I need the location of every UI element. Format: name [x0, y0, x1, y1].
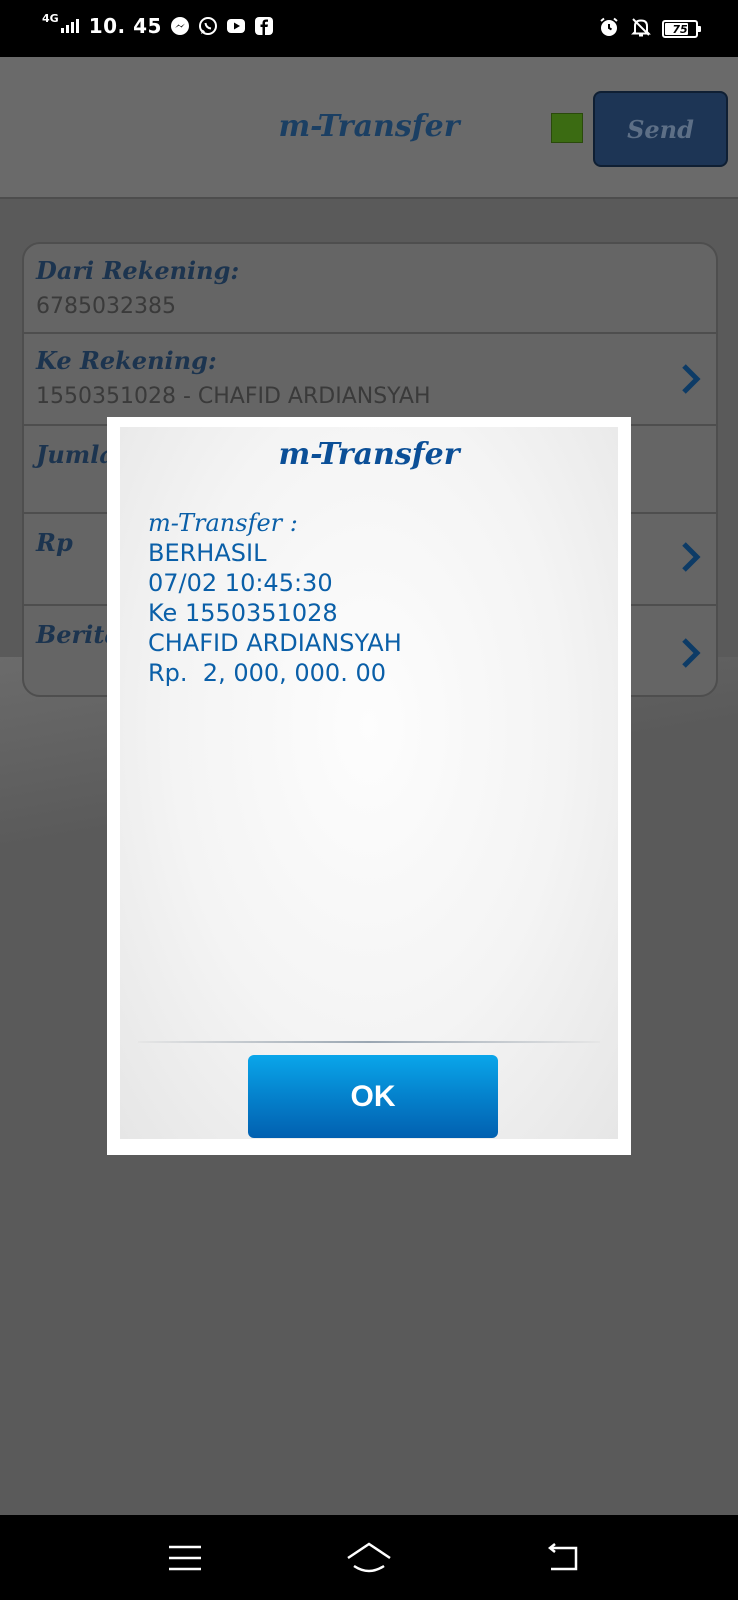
form-row-source-account[interactable]: Dari Rekening: 6785032385	[24, 244, 716, 334]
dialog-body: m-Transfer m-Transfer : BERHASIL 07/02 1…	[120, 427, 618, 1139]
connection-status-indicator	[551, 113, 583, 143]
alarm-icon	[598, 16, 620, 42]
message-line: 07/02 10:45:30	[148, 569, 333, 597]
chevron-right-icon	[682, 638, 701, 668]
signal-icon	[60, 19, 79, 33]
home-button[interactable]	[324, 1515, 414, 1600]
message-line: m-Transfer :	[148, 509, 298, 537]
system-nav-bar	[0, 1515, 738, 1600]
battery-icon: 75	[662, 20, 701, 38]
form-label: Jumla	[36, 440, 115, 469]
status-bar: 4G 10. 45 75	[0, 0, 738, 57]
form-value: 6785032385	[36, 294, 176, 319]
message-line: Rp. 2, 000, 000. 00	[148, 659, 386, 687]
facebook-icon	[254, 16, 274, 36]
battery-level: 75	[672, 22, 688, 36]
back-button[interactable]	[518, 1515, 608, 1600]
app-header: m-Transfer Send	[0, 57, 738, 199]
form-row-destination-account[interactable]: Ke Rekening: 1550351028 - CHAFID ARDIANS…	[24, 334, 716, 426]
dialog-title: m-Transfer	[278, 437, 460, 472]
form-label: Ke Rekening:	[36, 346, 217, 375]
menu-button[interactable]	[140, 1515, 230, 1600]
form-value: 1550351028 - CHAFID ARDIANSYAH	[36, 384, 431, 409]
dialog-divider	[138, 1041, 600, 1043]
back-icon	[547, 1542, 578, 1570]
youtube-icon	[226, 16, 246, 36]
chevron-right-icon	[682, 542, 701, 572]
dialog-message: m-Transfer : BERHASIL 07/02 10:45:30 Ke …	[148, 508, 598, 688]
notifications-off-icon	[630, 16, 652, 42]
whatsapp-icon	[198, 16, 218, 36]
message-line: CHAFID ARDIANSYAH	[148, 629, 402, 657]
message-line: BERHASIL	[148, 539, 267, 567]
home-icon	[347, 1541, 391, 1572]
send-button[interactable]: Send	[593, 91, 728, 167]
network-type: 4G	[42, 11, 59, 25]
form-label: Rp	[36, 528, 73, 557]
menu-icon	[169, 1545, 201, 1570]
ok-button[interactable]: OK	[248, 1055, 498, 1138]
chevron-right-icon	[682, 364, 701, 394]
message-line: Ke 1550351028	[148, 599, 338, 627]
transfer-result-dialog: m-Transfer m-Transfer : BERHASIL 07/02 1…	[107, 417, 631, 1155]
form-label: Dari Rekening:	[36, 256, 240, 285]
messenger-icon	[170, 16, 190, 36]
status-time: 10. 45	[88, 14, 162, 38]
